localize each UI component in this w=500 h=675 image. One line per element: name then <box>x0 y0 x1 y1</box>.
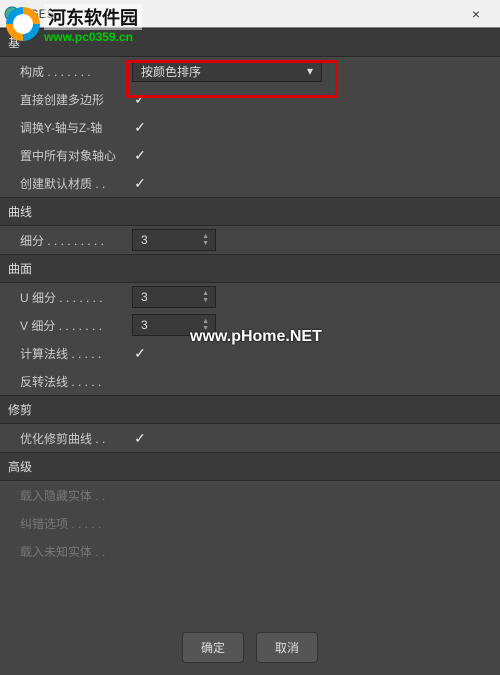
spinner-arrows-icon[interactable]: ▲▼ <box>202 233 209 247</box>
composition-label: 构成 . . . . . . . <box>20 63 132 80</box>
error-opts-checkbox[interactable] <box>132 515 148 531</box>
content: 基 构成 . . . . . . . 按颜色排序 ▾ 直接创建多边形 ✓ 调换Y… <box>0 28 500 565</box>
row-create-poly: 直接创建多边形 ✓ <box>0 85 500 113</box>
row-load-unknown: 载入未知实体 . . <box>0 537 500 565</box>
create-poly-checkbox[interactable]: ✓ <box>132 91 148 107</box>
row-u-subdiv: U 细分 . . . . . . . 3 ▲▼ <box>0 283 500 311</box>
close-button[interactable]: × <box>456 6 496 22</box>
watermark-center: www.pHome.NET <box>190 328 322 346</box>
row-error-opts: 纠错选项 . . . . . <box>0 509 500 537</box>
load-hidden-checkbox[interactable] <box>132 487 148 503</box>
spinner-arrows-icon[interactable]: ▲▼ <box>202 290 209 304</box>
row-default-mat: 创建默认材质 . . ✓ <box>0 169 500 197</box>
curve-subdiv-spinner[interactable]: 3 ▲▼ <box>132 229 216 251</box>
create-poly-label: 直接创建多边形 <box>20 91 132 108</box>
watermark-logo: 河东软件园 www.pc0359.cn <box>6 4 142 44</box>
section-curve-header: 曲线 <box>0 197 500 226</box>
row-optimize-trim: 优化修剪曲线 . . ✓ <box>0 424 500 452</box>
default-mat-checkbox[interactable]: ✓ <box>132 175 148 191</box>
composition-dropdown[interactable]: 按颜色排序 ▾ <box>132 60 322 82</box>
row-swap-yz: 调换Y-轴与Z-轴 ✓ <box>0 113 500 141</box>
row-invert-normal: 反转法线 . . . . . <box>0 367 500 395</box>
load-hidden-label: 载入隐藏实体 . . <box>20 487 132 504</box>
optimize-trim-checkbox[interactable]: ✓ <box>132 430 148 446</box>
load-unknown-label: 载入未知实体 . . <box>20 543 132 560</box>
row-center: 置中所有对象轴心 ✓ <box>0 141 500 169</box>
default-mat-label: 创建默认材质 . . <box>20 175 132 192</box>
row-load-hidden: 载入隐藏实体 . . <box>0 481 500 509</box>
swap-yz-checkbox[interactable]: ✓ <box>132 119 148 135</box>
row-composition: 构成 . . . . . . . 按颜色排序 ▾ <box>0 57 500 85</box>
center-label: 置中所有对象轴心 <box>20 147 132 164</box>
section-trim-header: 修剪 <box>0 395 500 424</box>
center-checkbox[interactable]: ✓ <box>132 147 148 163</box>
compute-normal-checkbox[interactable]: ✓ <box>132 345 148 361</box>
row-curve-subdiv: 细分 . . . . . . . . . 3 ▲▼ <box>0 226 500 254</box>
optimize-trim-label: 优化修剪曲线 . . <box>20 430 132 447</box>
section-advanced-header: 高级 <box>0 452 500 481</box>
compute-normal-label: 计算法线 . . . . . <box>20 345 132 362</box>
load-unknown-checkbox[interactable] <box>132 543 148 559</box>
section-surface-header: 曲面 <box>0 254 500 283</box>
u-subdiv-label: U 细分 . . . . . . . <box>20 289 132 306</box>
cancel-button[interactable]: 取消 <box>256 632 318 663</box>
chevron-down-icon: ▾ <box>307 64 313 78</box>
error-opts-label: 纠错选项 . . . . . <box>20 515 132 532</box>
swap-yz-label: 调换Y-轴与Z-轴 <box>20 119 132 136</box>
curve-subdiv-label: 细分 . . . . . . . . . <box>20 232 132 249</box>
ok-button[interactable]: 确定 <box>182 632 244 663</box>
invert-normal-checkbox[interactable] <box>132 373 148 389</box>
v-subdiv-label: V 细分 . . . . . . . <box>20 317 132 334</box>
footer: 确定 取消 <box>0 632 500 663</box>
invert-normal-label: 反转法线 . . . . . <box>20 373 132 390</box>
u-subdiv-spinner[interactable]: 3 ▲▼ <box>132 286 216 308</box>
